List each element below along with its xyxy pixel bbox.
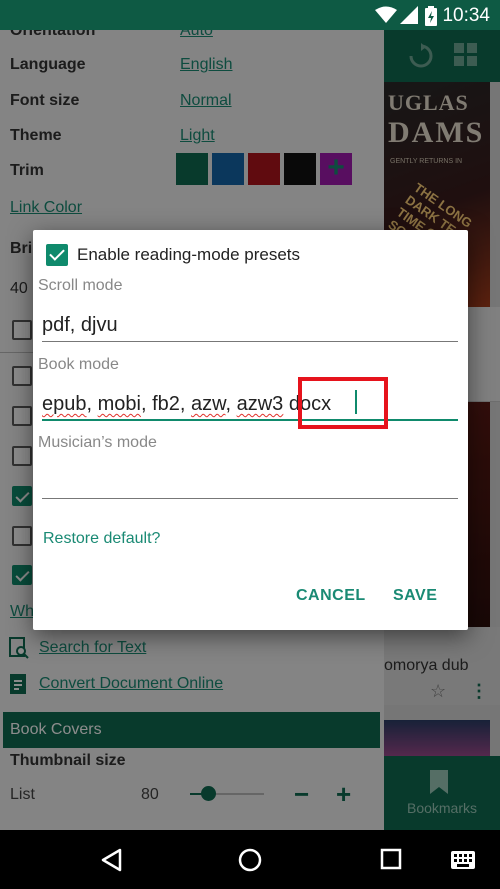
save-button[interactable]: SAVE [393,587,437,605]
musicians-mode-label: Musician’s mode [38,434,157,451]
book-mode-separator: , fb2, [140,393,192,415]
home-icon[interactable] [238,848,262,872]
navigation-bar [0,830,500,889]
book-mode-label: Book mode [38,356,119,373]
enable-presets-label[interactable]: Enable reading-mode presets [77,245,300,265]
reading-mode-dialog: Enable reading-mode presets Scroll mode … [33,230,468,630]
book-mode-separator: , [86,393,98,415]
book-mode-token: azw3 [236,393,284,415]
wifi-icon [375,6,397,23]
book-mode-token: epub [42,393,87,415]
restore-default-link[interactable]: Restore default? [43,530,160,548]
book-mode-input[interactable]: epub, mobi, fb2, azw, azw3 docx [42,393,331,416]
keyboard-icon[interactable] [450,850,476,870]
battery-icon [425,6,437,26]
back-icon[interactable] [100,848,122,872]
highlight-box [298,377,388,429]
scroll-mode-underline [42,341,458,342]
scroll-mode-label: Scroll mode [38,277,123,294]
book-mode-token: azw [191,393,226,415]
book-mode-token: mobi [97,393,141,415]
book-mode-separator: , [225,393,237,415]
recents-icon[interactable] [380,848,402,870]
clock: 10:34 [442,5,490,26]
scroll-mode-input[interactable]: pdf, djvu [42,314,118,337]
cancel-button[interactable]: CANCEL [296,587,366,605]
book-mode-underline [42,419,458,421]
musicians-mode-underline [42,498,458,499]
enable-presets-checkbox[interactable] [46,244,68,266]
status-bar: 10:34 [0,0,500,30]
signal-icon [400,6,418,24]
